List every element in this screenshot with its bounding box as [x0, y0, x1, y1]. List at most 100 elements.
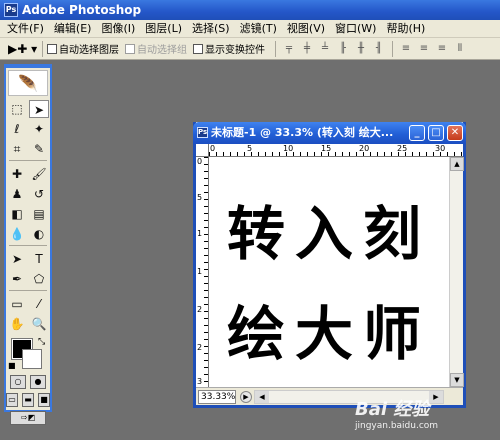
ruler-label: 1	[197, 267, 203, 276]
lasso-tool-icon[interactable]: ℓ	[7, 120, 27, 138]
ruler-label: 0	[197, 157, 203, 166]
default-colors-icon[interactable]: ■	[8, 361, 16, 370]
toolbox: 🪶 ⬚ ➤ ℓ ✦ ⌗ ✎ ✚ 🖌 ♟ ↺ ◧ ▤ 💧 ◐ ➤ T ✒ ⬠ ▭ …	[4, 64, 52, 425]
status-menu-icon[interactable]: ▶	[240, 391, 252, 403]
scroll-up-icon[interactable]: ▲	[450, 157, 464, 171]
magic-wand-tool-icon[interactable]: ✦	[29, 120, 49, 138]
blur-tool-icon[interactable]: 💧	[7, 225, 27, 243]
screen-mode-full-menu-icon[interactable]: ▬	[22, 393, 34, 407]
history-brush-tool-icon[interactable]: ↺	[29, 185, 49, 203]
ruler-vertical[interactable]: 0 5 1 1 2 2 3	[196, 157, 209, 387]
maximize-button[interactable]: □	[428, 125, 444, 141]
ruler-label: 2	[197, 343, 203, 352]
app-title: Adobe Photoshop	[22, 3, 142, 17]
divider	[275, 40, 276, 57]
auto-select-layer-checkbox[interactable]: 自动选择图层	[47, 41, 119, 56]
ruler-label: 5	[197, 193, 203, 202]
options-bar: ▶✚ ▾ 自动选择图层 自动选择组 显示变换控件 ╤ ╪ ╧ ╟ ╫ ╢ ≡ ≡…	[0, 38, 500, 60]
menu-filter[interactable]: 滤镜(T)	[235, 20, 282, 38]
hand-tool-icon[interactable]: ✋	[7, 315, 27, 333]
document-icon: Ps	[197, 127, 208, 138]
show-transform-controls-checkbox[interactable]: 显示变换控件	[193, 41, 265, 56]
gradient-tool-icon[interactable]: ▤	[29, 205, 49, 223]
distribute-left-icon[interactable]: ⦀	[452, 42, 468, 56]
jump-to-imageready-icon[interactable]: ⇨◩	[10, 411, 46, 425]
move-tool-preset-icon[interactable]: ▶✚ ▾	[8, 40, 38, 58]
distribute-bottom-icon[interactable]: ≡	[434, 42, 450, 56]
quick-mask-mode-icon[interactable]: ●	[30, 375, 46, 389]
document-titlebar[interactable]: Ps 未标题-1 @ 33.3% (转入刻 绘大... _ □ ✕	[193, 122, 466, 144]
type-tool-icon[interactable]: T	[29, 250, 49, 268]
eraser-tool-icon[interactable]: ◧	[7, 205, 27, 223]
checkbox-icon	[125, 43, 135, 54]
notes-tool-icon[interactable]: ▭	[7, 295, 27, 313]
screen-mode-full-icon[interactable]: ■	[38, 393, 50, 407]
ruler-corner	[196, 144, 209, 157]
divider	[9, 245, 47, 246]
divider	[42, 40, 43, 57]
menu-select[interactable]: 选择(S)	[187, 20, 235, 38]
standard-mode-icon[interactable]: ○	[10, 375, 26, 389]
document-window: Ps 未标题-1 @ 33.3% (转入刻 绘大... _ □ ✕ 0 5 10…	[193, 122, 466, 408]
align-vcenter-icon[interactable]: ╪	[299, 42, 315, 56]
document-canvas[interactable]: 转入刻 绘大师	[209, 157, 449, 387]
divider	[392, 40, 393, 57]
align-bottom-icon[interactable]: ╧	[317, 42, 333, 56]
app-titlebar: Ps Adobe Photoshop	[0, 0, 500, 20]
ruler-label: 3	[197, 377, 203, 386]
feather-logo-icon: 🪶	[8, 70, 48, 96]
zoom-level-field[interactable]: 33.33%	[198, 390, 236, 404]
minimize-button[interactable]: _	[409, 125, 425, 141]
crop-tool-icon[interactable]: ⌗	[7, 140, 27, 158]
divider	[9, 160, 47, 161]
align-left-icon[interactable]: ╟	[335, 42, 351, 56]
document-title: 未标题-1 @ 33.3% (转入刻 绘大...	[211, 126, 394, 139]
marquee-tool-icon[interactable]: ⬚	[7, 100, 27, 118]
watermark-url: jingyan.baidu.com	[355, 421, 439, 431]
menu-edit[interactable]: 编辑(E)	[49, 20, 97, 38]
distribute-vcenter-icon[interactable]: ≡	[416, 42, 432, 56]
move-tool-icon[interactable]: ➤	[29, 100, 49, 118]
close-button[interactable]: ✕	[447, 125, 463, 141]
pen-tool-icon[interactable]: ✒	[7, 270, 27, 288]
align-hcenter-icon[interactable]: ╫	[353, 42, 369, 56]
ruler-label: 1	[197, 229, 203, 238]
eyedropper-tool-icon[interactable]: ⁄	[29, 295, 49, 313]
show-transform-label: 显示变换控件	[205, 45, 265, 56]
scroll-down-icon[interactable]: ▼	[450, 373, 464, 387]
checkbox-icon	[47, 43, 57, 54]
clone-stamp-tool-icon[interactable]: ♟	[7, 185, 27, 203]
align-right-icon[interactable]: ╢	[371, 42, 387, 56]
photoshop-icon: Ps	[4, 3, 18, 17]
menubar: 文件(F) 编辑(E) 图像(I) 图层(L) 选择(S) 滤镜(T) 视图(V…	[0, 20, 500, 38]
menu-window[interactable]: 窗口(W)	[330, 20, 381, 38]
menu-file[interactable]: 文件(F)	[2, 20, 49, 38]
align-top-icon[interactable]: ╤	[281, 42, 297, 56]
swap-colors-icon[interactable]: ⤡	[38, 337, 45, 347]
healing-brush-tool-icon[interactable]: ✚	[7, 165, 27, 183]
menu-view[interactable]: 视图(V)	[282, 20, 330, 38]
watermark-logo: Bai 经验	[355, 399, 430, 420]
ruler-ticks	[204, 157, 208, 387]
canvas-text-line-2: 绘大师	[226, 300, 431, 368]
zoom-tool-icon[interactable]: 🔍	[29, 315, 49, 333]
shape-tool-icon[interactable]: ⬠	[29, 270, 49, 288]
baidu-jingyan-watermark: Bai 经验 jingyan.baidu.com	[355, 395, 495, 435]
ruler-label: 2	[197, 305, 203, 314]
canvas-text-line-1: 转入刻	[226, 200, 431, 268]
brush-tool-icon[interactable]: 🖌	[29, 165, 49, 183]
path-selection-tool-icon[interactable]: ➤	[7, 250, 27, 268]
background-color-swatch[interactable]	[22, 349, 42, 369]
slice-tool-icon[interactable]: ✎	[29, 140, 49, 158]
distribute-top-icon[interactable]: ≡	[398, 42, 414, 56]
scroll-left-icon[interactable]: ◀	[255, 391, 269, 403]
ruler-horizontal[interactable]: 0 5 10 15 20 25 30	[209, 144, 463, 157]
color-swatches: ⤡ ■	[8, 337, 48, 371]
screen-mode-standard-icon[interactable]: ▭	[6, 393, 18, 407]
dodge-tool-icon[interactable]: ◐	[29, 225, 49, 243]
menu-image[interactable]: 图像(I)	[96, 20, 140, 38]
menu-layer[interactable]: 图层(L)	[140, 20, 187, 38]
divider	[9, 290, 47, 291]
menu-help[interactable]: 帮助(H)	[381, 20, 430, 38]
vertical-scrollbar[interactable]: ▲ ▼	[449, 157, 464, 387]
